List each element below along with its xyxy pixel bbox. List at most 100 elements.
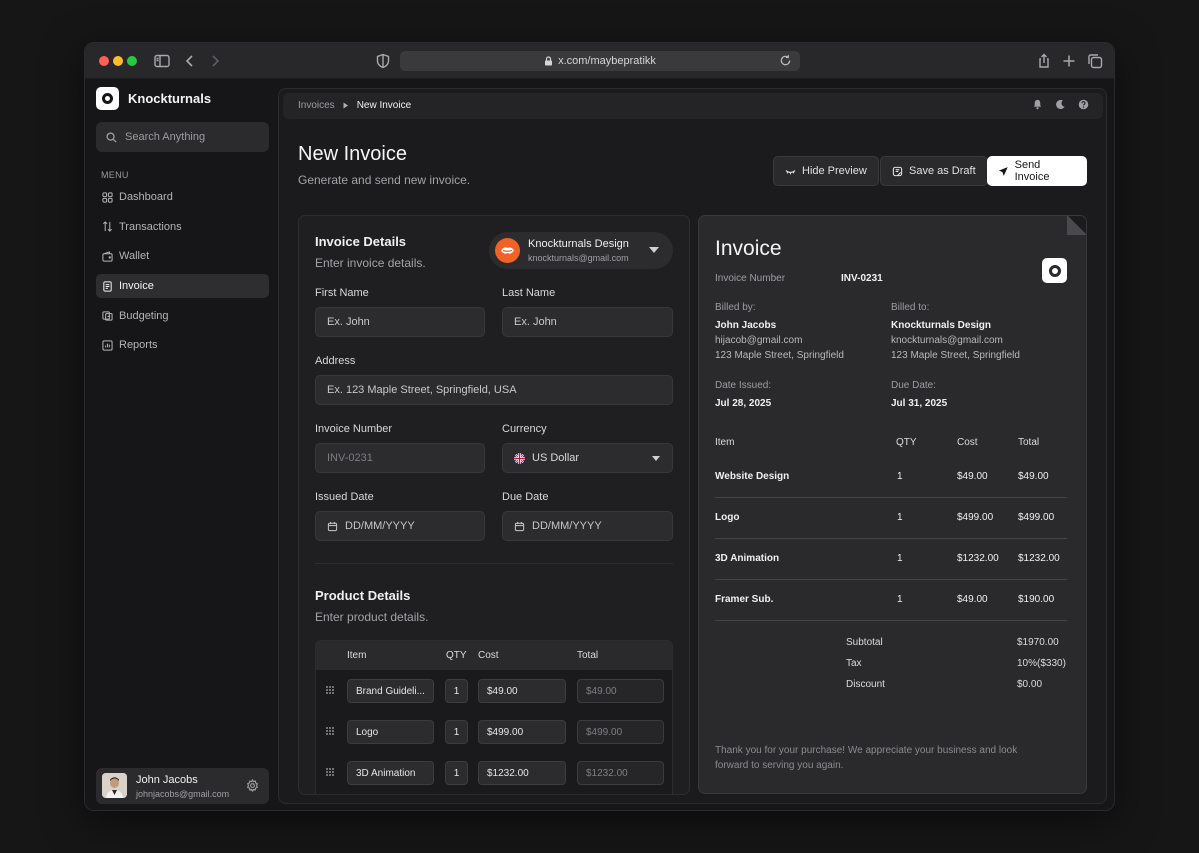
sidebar-item-wallet[interactable]: Wallet [96, 244, 269, 268]
breadcrumb-current: New Invoice [356, 100, 412, 111]
search-placeholder: Search Anything [125, 131, 206, 143]
preview-col-item: Item [715, 437, 735, 448]
preview-item-name: Website Design [715, 471, 790, 482]
issued-date-field[interactable]: DD/MM/YYYY [315, 511, 485, 541]
breadcrumb: Invoices New Invoice [298, 100, 411, 111]
save-draft-button[interactable]: Save as Draft [880, 156, 988, 186]
preview-item-name: Logo [715, 512, 740, 523]
sidebar-toggle-icon[interactable] [153, 52, 171, 70]
preview-item-row: Logo 1 $499.00 $499.00 [715, 498, 1067, 539]
chevron-down-icon [652, 456, 660, 461]
issued-date-placeholder: DD/MM/YYYY [345, 520, 415, 532]
reload-icon[interactable] [779, 54, 792, 67]
page-fold [1067, 216, 1086, 235]
sidebar-item-dashboard[interactable]: Dashboard [96, 185, 269, 209]
due-date-placeholder: DD/MM/YYYY [532, 520, 602, 532]
address-bar[interactable]: x.com/maybepratikk [400, 51, 800, 71]
help-icon[interactable] [1078, 99, 1089, 110]
last-name-field[interactable]: Ex. John [502, 307, 673, 337]
sidebar-item-reports[interactable]: Reports [96, 333, 269, 357]
first-name-field[interactable]: Ex. John [315, 307, 485, 337]
preview-item-cost: $499.00 [957, 512, 994, 523]
billed-by-email: hijacob@gmail.com [715, 335, 803, 346]
page-subtitle: Generate and send new invoice. [298, 173, 471, 187]
product-row: Brand Guideli... 1 $49.00 $49.00 [316, 677, 672, 705]
product-qty-input[interactable]: 1 [445, 720, 468, 744]
drag-handle-icon[interactable] [325, 685, 335, 695]
col-total: Total [577, 650, 599, 661]
send-icon [998, 166, 1008, 176]
preview-col-total: Total [1018, 437, 1040, 448]
maximize-window-button[interactable] [127, 56, 137, 66]
tabs-overview-icon[interactable] [1086, 52, 1104, 70]
product-total-field: $49.00 [577, 679, 664, 703]
company-selector[interactable]: Knockturnals Design knockturnals@gmail.c… [489, 232, 673, 269]
product-cost-input[interactable]: $499.00 [478, 720, 566, 744]
product-item-input[interactable]: Logo [347, 720, 434, 744]
preview-item-qty: 1 [897, 594, 903, 605]
user-card[interactable]: John Jacobs johnjacobs@gmail.com [96, 768, 269, 804]
close-window-button[interactable] [99, 56, 109, 66]
preview-number-label: Invoice Number [715, 273, 786, 284]
search-icon [106, 131, 117, 143]
shield-icon[interactable] [374, 52, 392, 70]
sidebar-item-invoice[interactable]: Invoice [96, 274, 269, 299]
address-field[interactable]: Ex. 123 Maple Street, Springfield, USA [315, 375, 673, 405]
product-item-input[interactable]: 3D Animation [347, 761, 434, 785]
preview-item-total: $499.00 [1018, 512, 1055, 523]
sidebar-item-budgeting[interactable]: Budgeting [96, 304, 269, 328]
brand-name: Knockturnals [128, 91, 212, 106]
minimize-window-button[interactable] [113, 56, 123, 66]
discount-label: Discount [846, 679, 885, 690]
forward-arrow-icon[interactable] [206, 52, 224, 70]
back-arrow-icon[interactable] [181, 52, 199, 70]
bell-icon[interactable] [1032, 99, 1043, 110]
preview-logo-icon [1042, 258, 1067, 283]
sidebar-item-transactions[interactable]: Transactions [96, 215, 269, 239]
invoice-number-field[interactable]: INV-0231 [315, 443, 485, 473]
drag-handle-icon[interactable] [325, 726, 335, 736]
product-qty-input[interactable]: 1 [445, 761, 468, 785]
invoice-details-title: Invoice Details [315, 234, 407, 249]
discount-value: $0.00 [1017, 679, 1043, 690]
share-icon[interactable] [1035, 52, 1053, 70]
moon-icon[interactable] [1055, 99, 1066, 110]
product-qty-input[interactable]: 1 [445, 679, 468, 703]
chart-icon [102, 340, 113, 351]
preview-item-cost: $1232.00 [957, 553, 999, 564]
product-item-input[interactable]: Brand Guideli... [347, 679, 434, 703]
budget-icon [102, 311, 113, 321]
billed-to-label: Billed to: [891, 302, 930, 313]
browser-window: x.com/maybepratikk Knockturnals Search A… [84, 42, 1115, 811]
browser-titlebar: x.com/maybepratikk [85, 43, 1114, 79]
currency-select[interactable]: US Dollar [502, 443, 673, 473]
lock-icon [545, 56, 553, 66]
company-email: knockturnals@gmail.com [528, 253, 629, 263]
search-input[interactable]: Search Anything [96, 122, 269, 152]
due-date-field[interactable]: DD/MM/YYYY [502, 511, 673, 541]
brand[interactable]: Knockturnals [96, 87, 211, 110]
billed-by-address: 123 Maple Street, Springfield [715, 350, 844, 361]
product-cost-input[interactable]: $1232.00 [478, 761, 566, 785]
chevron-right-icon [343, 102, 348, 109]
date-issued-value: Jul 28, 2025 [715, 398, 772, 409]
breadcrumb-parent[interactable]: Invoices [298, 100, 335, 111]
invoice-icon [103, 280, 112, 292]
sidebar-item-label: Invoice [119, 280, 154, 293]
first-name-placeholder: Ex. John [327, 316, 370, 328]
invoice-details-subtitle: Enter invoice details. [315, 256, 426, 270]
drag-handle-icon[interactable] [325, 767, 335, 777]
product-cost-input[interactable]: $49.00 [478, 679, 566, 703]
send-invoice-button[interactable]: Send Invoice [987, 156, 1087, 186]
last-name-placeholder: Ex. John [514, 316, 557, 328]
menu-label: MENU [101, 170, 129, 180]
preview-col-cost: Cost [957, 437, 978, 448]
gear-icon[interactable] [246, 779, 259, 792]
hide-preview-button[interactable]: Hide Preview [773, 156, 879, 186]
invoice-number-label: Invoice Number [315, 423, 393, 435]
invoice-preview: Invoice Invoice Number INV-0231 Billed b… [698, 215, 1087, 794]
product-details-title: Product Details [315, 588, 411, 603]
product-total-field: $499.00 [577, 720, 664, 744]
preview-item-total: $190.00 [1018, 594, 1055, 605]
new-tab-icon[interactable] [1060, 52, 1078, 70]
